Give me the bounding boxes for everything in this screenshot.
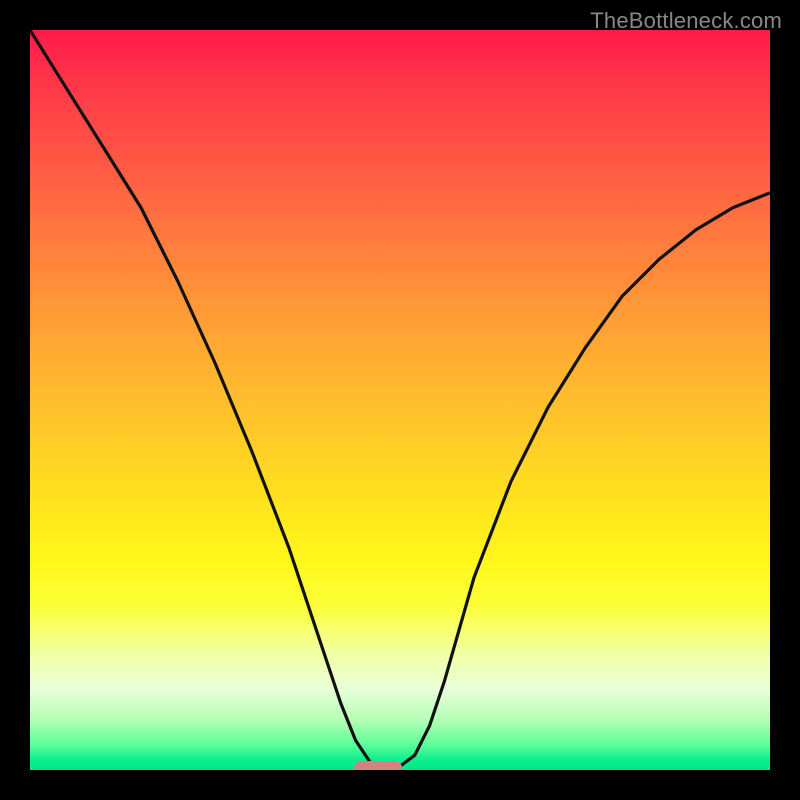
optimal-marker: [354, 761, 402, 770]
plot-area: [30, 30, 770, 770]
bottleneck-curve: [30, 30, 770, 768]
curve-layer: [30, 30, 770, 770]
watermark-text: TheBottleneck.com: [590, 8, 782, 34]
